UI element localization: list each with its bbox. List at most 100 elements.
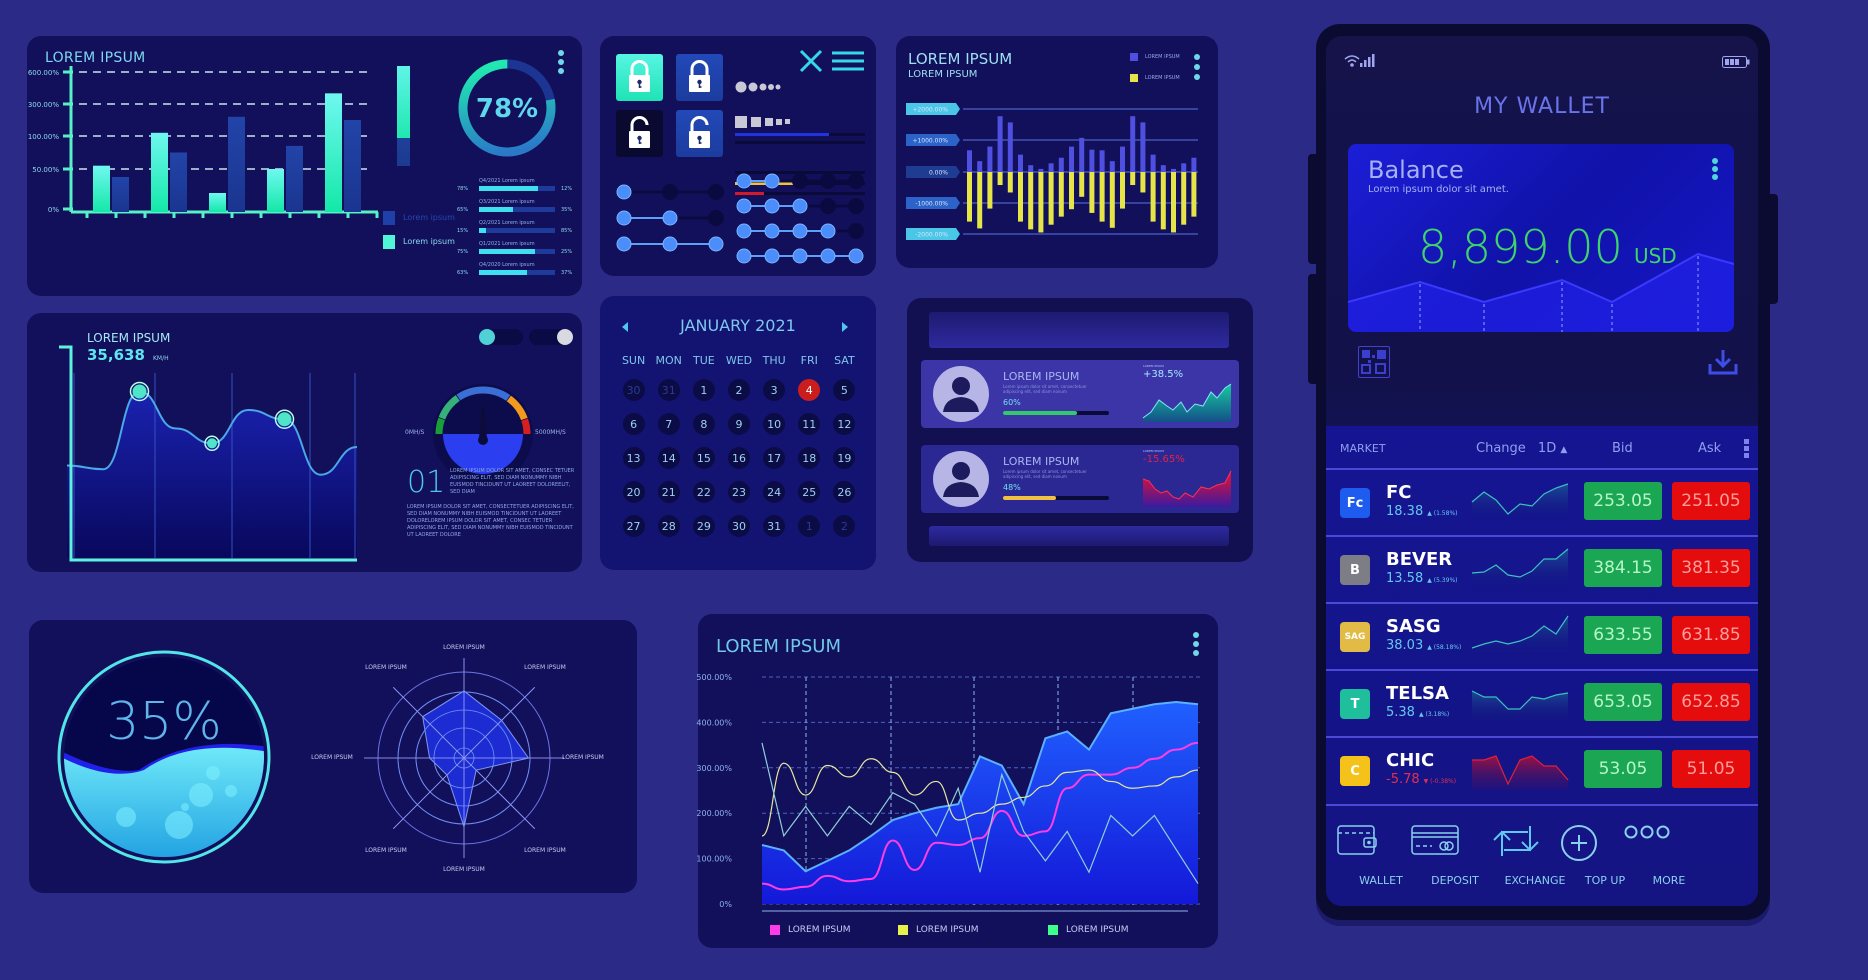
- market-row[interactable]: Fc FC 18.38 ▲ (1.58%) 253.05 251.05: [1326, 468, 1758, 536]
- calendar-day[interactable]: 8: [692, 413, 715, 435]
- qr-code-icon[interactable]: [1358, 346, 1390, 378]
- wallet-screen: MY WALLET Balance Lorem ipsum dolor sit …: [1326, 36, 1758, 906]
- trend-area: [1143, 471, 1231, 507]
- calendar-day[interactable]: 27: [622, 515, 645, 537]
- calendar-day[interactable]: 12: [833, 413, 856, 435]
- bar-negative: [1089, 172, 1095, 213]
- more-vertical-icon[interactable]: [1712, 158, 1718, 180]
- calendar-day[interactable]: 11: [798, 413, 821, 435]
- market-header: MARKET Change 1D ▲︎ Bid Ask: [1326, 436, 1758, 466]
- calendar-day[interactable]: 3: [763, 379, 786, 401]
- calendar-day[interactable]: 20: [622, 481, 645, 503]
- description-short: LOREM IPSUM DOLOR SIT AMET, CONSEC TETUE…: [450, 468, 575, 495]
- calendar-day[interactable]: 28: [657, 515, 680, 537]
- calendar-day[interactable]: 30: [622, 379, 645, 401]
- market-row[interactable]: T TELSA 5.38 ▲ (3.18%) 653.05 652.85: [1326, 669, 1758, 737]
- close-icon[interactable]: [798, 48, 824, 74]
- quarter-right-value: 12%: [561, 186, 573, 192]
- calendar-grid: SUN MON TUE WED THU FRI SAT 30 31 1 2 3 4 5 6 7 8 9 10 11 12…: [616, 354, 862, 537]
- ask-button[interactable]: 652.85: [1672, 683, 1750, 721]
- progress-line[interactable]: [735, 133, 865, 136]
- calendar-day[interactable]: 5: [833, 379, 856, 401]
- profile-card[interactable]: LOREM IPSUM Lorem ipsum dolor sit amet, c…: [921, 360, 1239, 428]
- ask-button[interactable]: 631.85: [1672, 616, 1750, 654]
- axis-label: -2000.00%: [915, 232, 948, 239]
- progress-line[interactable]: [735, 192, 865, 195]
- calendar-day[interactable]: 26: [833, 481, 856, 503]
- lock-button-locked[interactable]: [616, 54, 663, 101]
- calendar-day[interactable]: 13: [622, 447, 645, 469]
- lock-button-unlocked[interactable]: [676, 110, 723, 157]
- stepper[interactable]: [616, 236, 724, 252]
- calendar-day-selected[interactable]: 4: [798, 379, 821, 401]
- bid-button[interactable]: 384.15: [1584, 549, 1662, 587]
- calendar-day[interactable]: 31: [657, 379, 680, 401]
- calendar-day[interactable]: 2: [833, 515, 856, 537]
- calendar-day[interactable]: 30: [727, 515, 750, 537]
- calendar-day[interactable]: 9: [727, 413, 750, 435]
- market-row[interactable]: C CHIC -5.78 ▼ (-0.38%) 53.05 51.05: [1326, 736, 1758, 804]
- stepper-dot: [792, 198, 808, 214]
- stepper[interactable]: [616, 210, 724, 226]
- stepper[interactable]: [736, 223, 864, 239]
- stepper[interactable]: [736, 173, 864, 189]
- profile-card[interactable]: LOREM IPSUM Lorem ipsum dolor sit amet, c…: [921, 445, 1239, 513]
- calendar-day[interactable]: 15: [692, 447, 715, 469]
- calendar-day[interactable]: 22: [692, 481, 715, 503]
- ask-button[interactable]: 381.35: [1672, 549, 1750, 587]
- calendar-day[interactable]: 2: [727, 379, 750, 401]
- nav-more[interactable]: MORE: [1624, 824, 1714, 887]
- bar-positive: [1028, 165, 1034, 172]
- calendar-day[interactable]: 16: [727, 447, 750, 469]
- bid-button[interactable]: 633.55: [1584, 616, 1662, 654]
- balance-title: Balance: [1368, 156, 1464, 184]
- profile-percent: 48%: [1003, 483, 1021, 492]
- market-row[interactable]: SAG SASG 38.03 ▲ (58.18%) 633.55 631.85: [1326, 602, 1758, 670]
- calendar-day[interactable]: 21: [657, 481, 680, 503]
- calendar-day[interactable]: 24: [763, 481, 786, 503]
- calendar-day[interactable]: 25: [798, 481, 821, 503]
- lock-button-unlocked[interactable]: [616, 110, 663, 157]
- bar-negative: [1181, 172, 1187, 225]
- weekday-label: SAT: [834, 354, 855, 367]
- balance-card[interactable]: Balance Lorem ipsum dolor sit amet. 8,89…: [1348, 144, 1734, 332]
- weekday-label: MON: [655, 354, 682, 367]
- calendar-day[interactable]: 6: [622, 413, 645, 435]
- calendar-day[interactable]: 10: [763, 413, 786, 435]
- column-change[interactable]: Change 1D ▲︎: [1476, 441, 1567, 456]
- stepper-dot: [616, 184, 632, 200]
- nav-deposit[interactable]: DEPOSIT: [1410, 824, 1500, 887]
- chevron-right-icon[interactable]: [842, 322, 848, 332]
- stepper-track: [616, 236, 724, 252]
- weekday-label: SUN: [621, 354, 646, 367]
- stepper[interactable]: [736, 248, 864, 264]
- calendar-day[interactable]: 19: [833, 447, 856, 469]
- ask-button[interactable]: 51.05: [1672, 750, 1750, 788]
- calendar-cell: 10: [757, 413, 792, 435]
- calendar-cell: 24: [757, 481, 792, 503]
- calendar-day[interactable]: 7: [657, 413, 680, 435]
- calendar-day[interactable]: 17: [763, 447, 786, 469]
- stepper[interactable]: [616, 184, 724, 200]
- calendar-day[interactable]: 18: [798, 447, 821, 469]
- calendar-day[interactable]: 1: [692, 379, 715, 401]
- stepper-dot: [736, 198, 752, 214]
- ask-button[interactable]: 251.05: [1672, 482, 1750, 520]
- bid-button[interactable]: 653.05: [1584, 683, 1662, 721]
- calendar-cell: 26: [827, 481, 862, 503]
- hamburger-icon[interactable]: [832, 51, 864, 71]
- calendar-day[interactable]: 31: [763, 515, 786, 537]
- calendar-cell: 8: [686, 413, 721, 435]
- bid-button[interactable]: 53.05: [1584, 750, 1662, 788]
- bid-button[interactable]: 253.05: [1584, 482, 1662, 520]
- market-row[interactable]: B BEVER 13.58 ▲ (5.39%) 384.15 381.35: [1326, 535, 1758, 603]
- calendar-day[interactable]: 29: [692, 515, 715, 537]
- calendar-day[interactable]: 1: [798, 515, 821, 537]
- column-menu-icon[interactable]: [1744, 439, 1749, 458]
- axis-label: 0.00%: [929, 170, 948, 177]
- stepper[interactable]: [736, 198, 864, 214]
- price-value: 5.38: [1386, 705, 1415, 720]
- lock-button-locked[interactable]: [676, 54, 723, 101]
- calendar-day[interactable]: 14: [657, 447, 680, 469]
- calendar-day[interactable]: 23: [727, 481, 750, 503]
